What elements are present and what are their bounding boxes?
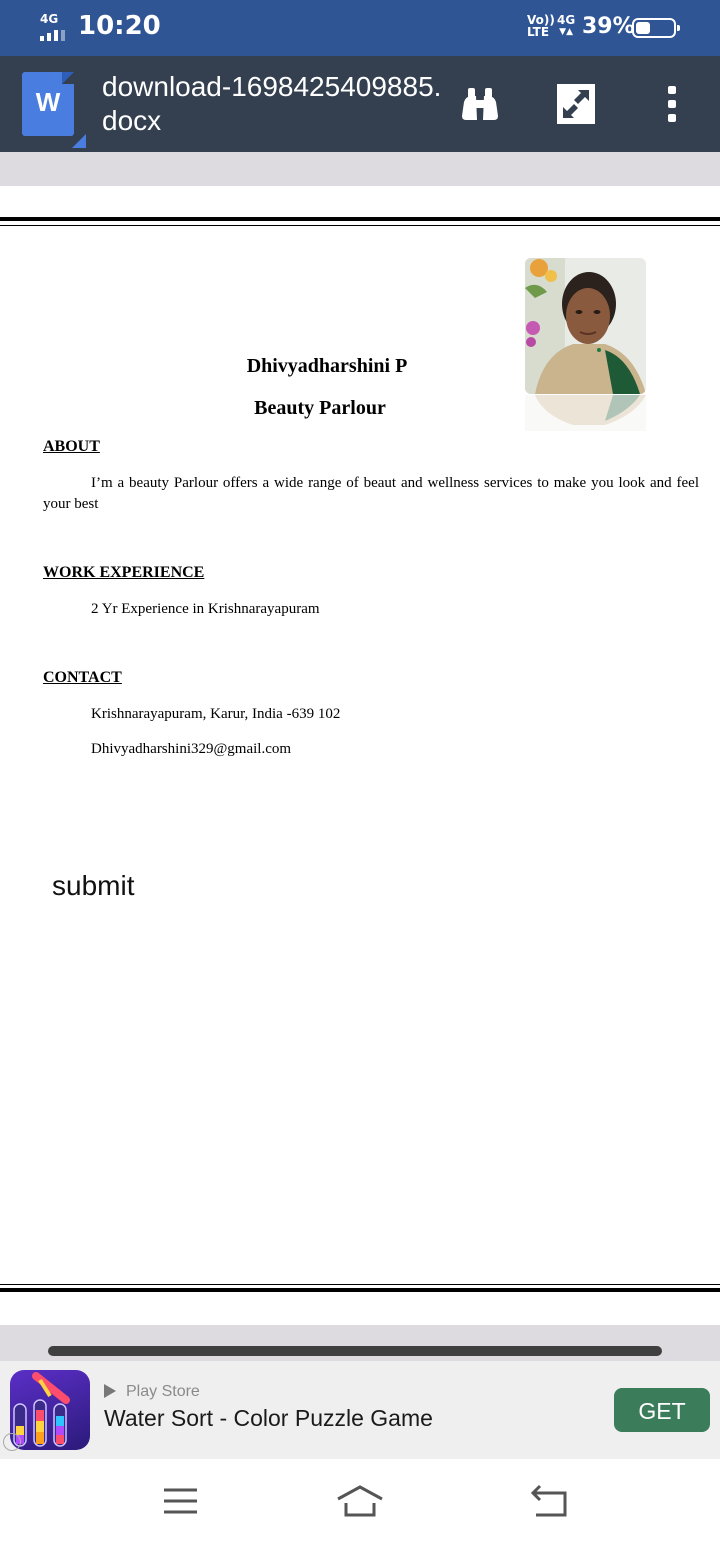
footer-rule-thin xyxy=(0,1284,720,1285)
menu-icon[interactable] xyxy=(156,1481,204,1521)
ad-info-icon[interactable] xyxy=(3,1433,21,1451)
contact-heading: CONTACT xyxy=(43,669,122,686)
signal-icon: 4G xyxy=(38,12,72,42)
battery-icon xyxy=(632,18,680,38)
back-icon[interactable] xyxy=(526,1481,574,1521)
header-rule-thin xyxy=(0,225,720,226)
word-document-icon: W xyxy=(22,72,86,148)
ad-title[interactable]: Water Sort - Color Puzzle Game xyxy=(104,1405,433,1432)
network-type-2: 4G ▼▲ xyxy=(557,13,576,37)
app-bar: W download-1698425409885.docx xyxy=(0,56,720,152)
clock: 10:20 xyxy=(78,11,161,41)
binoculars-icon[interactable] xyxy=(460,84,500,124)
fullscreen-expand-icon[interactable] xyxy=(556,82,596,126)
network-type: 4G xyxy=(40,12,59,26)
home-icon[interactable] xyxy=(336,1481,384,1521)
footer-rule xyxy=(0,1288,720,1292)
water-sort-app-icon[interactable] xyxy=(10,1370,90,1450)
ad-store-label: Play Store xyxy=(104,1383,200,1401)
contact-email: Dhivyadharshini329@gmail.com xyxy=(91,741,292,757)
work-experience-heading: WORK EXPERIENCE xyxy=(43,564,205,581)
horizontal-scrollbar[interactable] xyxy=(48,1346,662,1356)
status-bar: 4G 10:20 Vo)) LTE 4G ▼▲ 39% xyxy=(0,0,720,56)
file-name-title: download-1698425409885.docx xyxy=(102,71,442,136)
about-text: I’m a beauty Parlour offers a wide range… xyxy=(43,475,699,512)
play-store-icon xyxy=(104,1384,116,1398)
get-button[interactable]: GET xyxy=(614,1388,710,1432)
ad-banner[interactable]: Play Store Water Sort - Color Puzzle Gam… xyxy=(0,1361,720,1459)
more-options-icon[interactable] xyxy=(652,84,692,124)
submit-text: submit xyxy=(52,870,135,901)
about-heading: ABOUT xyxy=(43,438,100,455)
resume-name: Dhivyadharshini P xyxy=(246,355,408,377)
data-arrows-icon: ▼▲ xyxy=(559,27,574,37)
work-experience-text: 2 Yr Experience in Krishnarayapuram xyxy=(91,601,320,617)
page-gap-top xyxy=(0,152,720,186)
contact-address: Krishnarayapuram, Karur, India -639 102 xyxy=(91,706,341,722)
header-rule xyxy=(0,217,720,221)
volte-indicator: Vo)) LTE xyxy=(527,13,555,39)
battery-percent: 39% xyxy=(582,14,635,39)
resume-role: Beauty Parlour xyxy=(254,397,386,419)
navigation-bar xyxy=(0,1459,720,1544)
